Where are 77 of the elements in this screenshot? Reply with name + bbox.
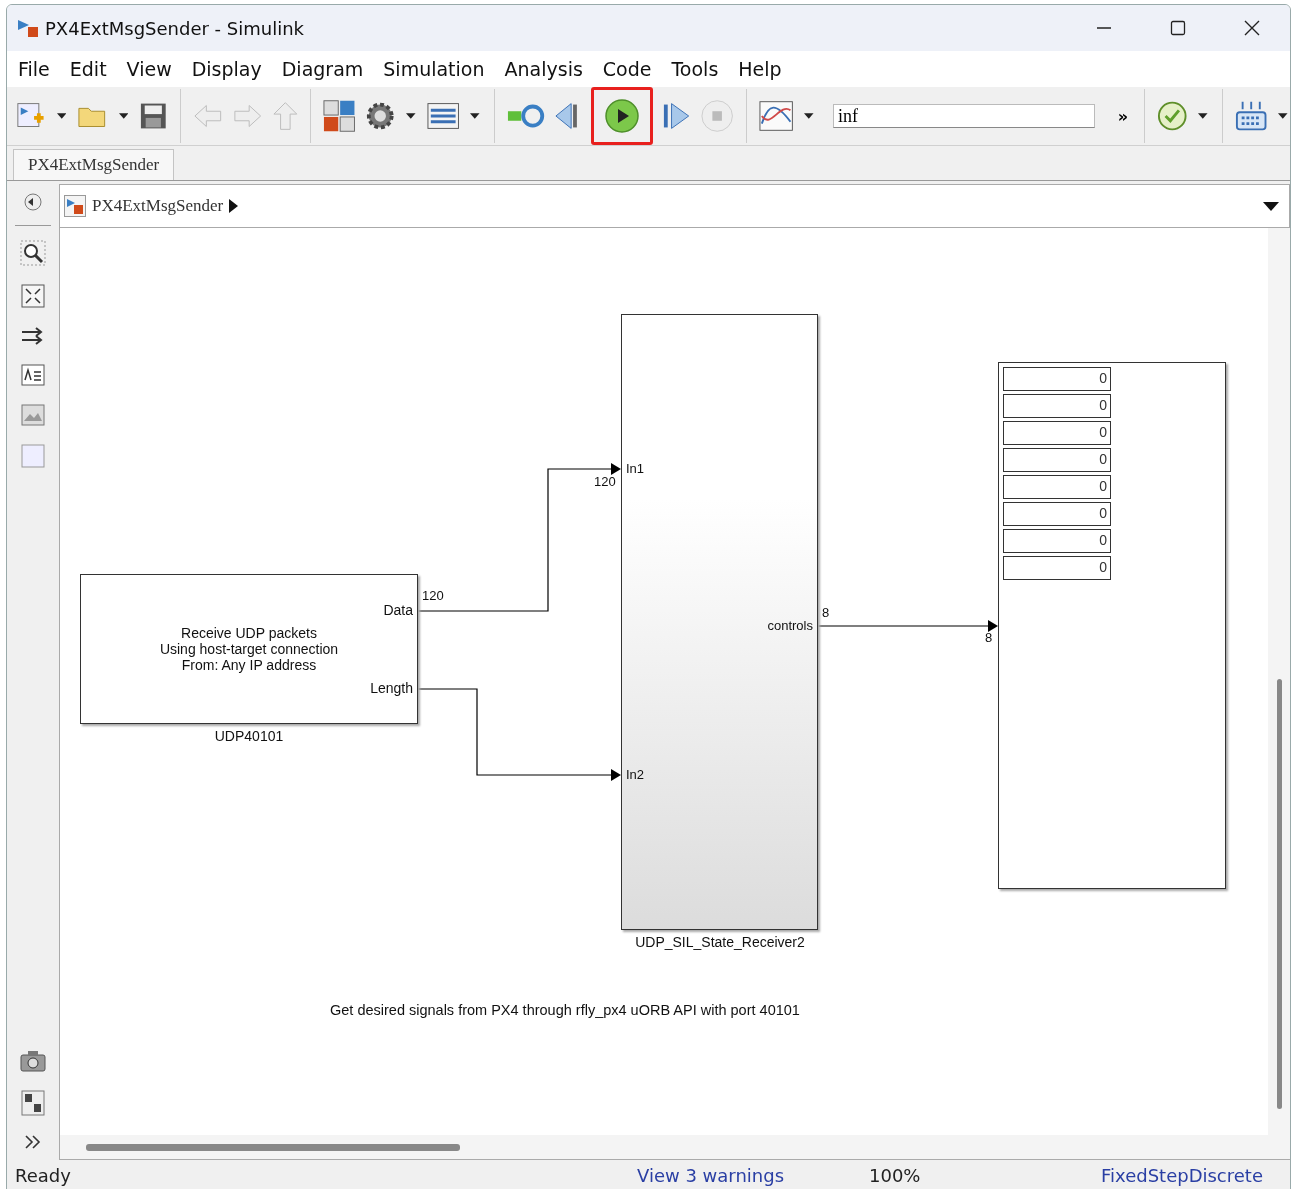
window-title: PX4ExtMsgSender - Simulink	[45, 17, 304, 39]
scope-icon[interactable]	[759, 100, 794, 132]
caret-icon[interactable]	[406, 113, 416, 119]
display-value: 0	[1003, 556, 1111, 580]
display-value: 0	[1003, 421, 1111, 445]
signal-dimension: 8	[985, 630, 993, 645]
arrows-icon[interactable]	[21, 326, 45, 346]
save-icon[interactable]	[139, 101, 168, 131]
solver-link[interactable]: FixedStepDiscrete	[1101, 1164, 1263, 1186]
scrollbar-thumb[interactable]	[1276, 679, 1282, 1109]
breadcrumb-path[interactable]: PX4ExtMsgSender	[92, 196, 224, 216]
menu-item[interactable]: Simulation	[383, 58, 485, 80]
check-icon[interactable]	[1156, 100, 1188, 132]
fit-view-icon[interactable]	[21, 284, 45, 308]
signal-dimension: 120	[422, 588, 444, 603]
display-block[interactable]: 0 0 0 0 0 0 0 0	[998, 362, 1226, 889]
port-label: Data	[383, 602, 413, 618]
scrollbar-thumb[interactable]	[86, 1143, 460, 1151]
block-name: UDP40101	[213, 728, 285, 744]
update-icon[interactable]	[506, 102, 545, 130]
overflow-button[interactable]: »	[1117, 106, 1128, 126]
menu-item[interactable]: Tools	[671, 58, 719, 80]
menu-item[interactable]: File	[18, 58, 50, 80]
stop-time-field[interactable]: inf	[833, 104, 1095, 128]
camera-icon[interactable]	[20, 1050, 46, 1072]
port-label: controls	[767, 618, 813, 633]
display-value: 0	[1003, 475, 1111, 499]
display-value: 0	[1003, 502, 1111, 526]
menu-item[interactable]: Help	[738, 58, 782, 80]
close-icon[interactable]	[1244, 20, 1260, 36]
caret-icon[interactable]	[1278, 113, 1288, 119]
caret-icon[interactable]	[1263, 201, 1279, 211]
caret-icon[interactable]	[56, 113, 67, 119]
model-icon	[64, 195, 86, 217]
zoom-icon[interactable]	[20, 240, 46, 266]
library-icon[interactable]	[323, 99, 356, 133]
menu-item[interactable]: Edit	[69, 58, 107, 80]
menu-item[interactable]: Analysis	[504, 58, 583, 80]
model-tab[interactable]: PX4ExtMsgSender	[13, 149, 175, 180]
port-label: In1	[626, 461, 645, 476]
breadcrumb[interactable]: PX4ExtMsgSender	[64, 195, 239, 217]
caret-icon[interactable]	[470, 113, 480, 119]
port-label: Length	[370, 680, 413, 696]
menu-item[interactable]: View	[126, 58, 172, 80]
annotation-icon[interactable]	[21, 364, 45, 386]
expand-icon[interactable]	[24, 1134, 42, 1150]
step-forward-icon[interactable]	[662, 100, 691, 132]
annotation-text: Get desired signals from PX4 through rfly_px4 uORB API with port 40101	[330, 1002, 800, 1018]
simulink-logo-icon	[17, 17, 39, 39]
display-value: 0	[1003, 448, 1111, 472]
caret-icon[interactable]	[804, 113, 814, 119]
caret-icon[interactable]	[118, 113, 129, 119]
udp-block[interactable]: Receive UDP packets Using host-target connection From: Any IP address Data Length	[80, 574, 418, 724]
status-text: Ready	[15, 1164, 72, 1186]
block-description: Receive UDP packets Using host-target connection From: Any IP address	[158, 625, 340, 673]
display-value: 0	[1003, 394, 1111, 418]
grid-icon[interactable]	[1234, 100, 1268, 132]
subsystem-block[interactable]: In1 In2 controls	[621, 314, 818, 930]
menu-item[interactable]: Display	[191, 58, 262, 80]
signal-dimension: 120	[594, 474, 616, 489]
menu-item[interactable]: Diagram	[281, 58, 364, 80]
display-value: 0	[1003, 529, 1111, 553]
table-icon[interactable]	[426, 102, 460, 130]
zoom-level: 100%	[869, 1164, 922, 1186]
caret-right-icon	[229, 199, 239, 213]
caret-icon[interactable]	[1198, 113, 1208, 119]
block-name: UDP_SIL_State_Receiver2	[634, 934, 806, 950]
properties-icon[interactable]	[21, 1090, 45, 1116]
back-icon[interactable]	[24, 193, 42, 211]
maximize-icon[interactable]	[1170, 20, 1186, 36]
display-value: 0	[1003, 367, 1111, 391]
port-label: In2	[626, 767, 645, 782]
run-icon[interactable]	[604, 98, 641, 134]
menu-item[interactable]: Code	[602, 58, 652, 80]
signal-dimension: 8	[822, 605, 830, 620]
warnings-link[interactable]: View 3 warnings	[637, 1164, 869, 1186]
gear-icon[interactable]	[364, 100, 396, 132]
